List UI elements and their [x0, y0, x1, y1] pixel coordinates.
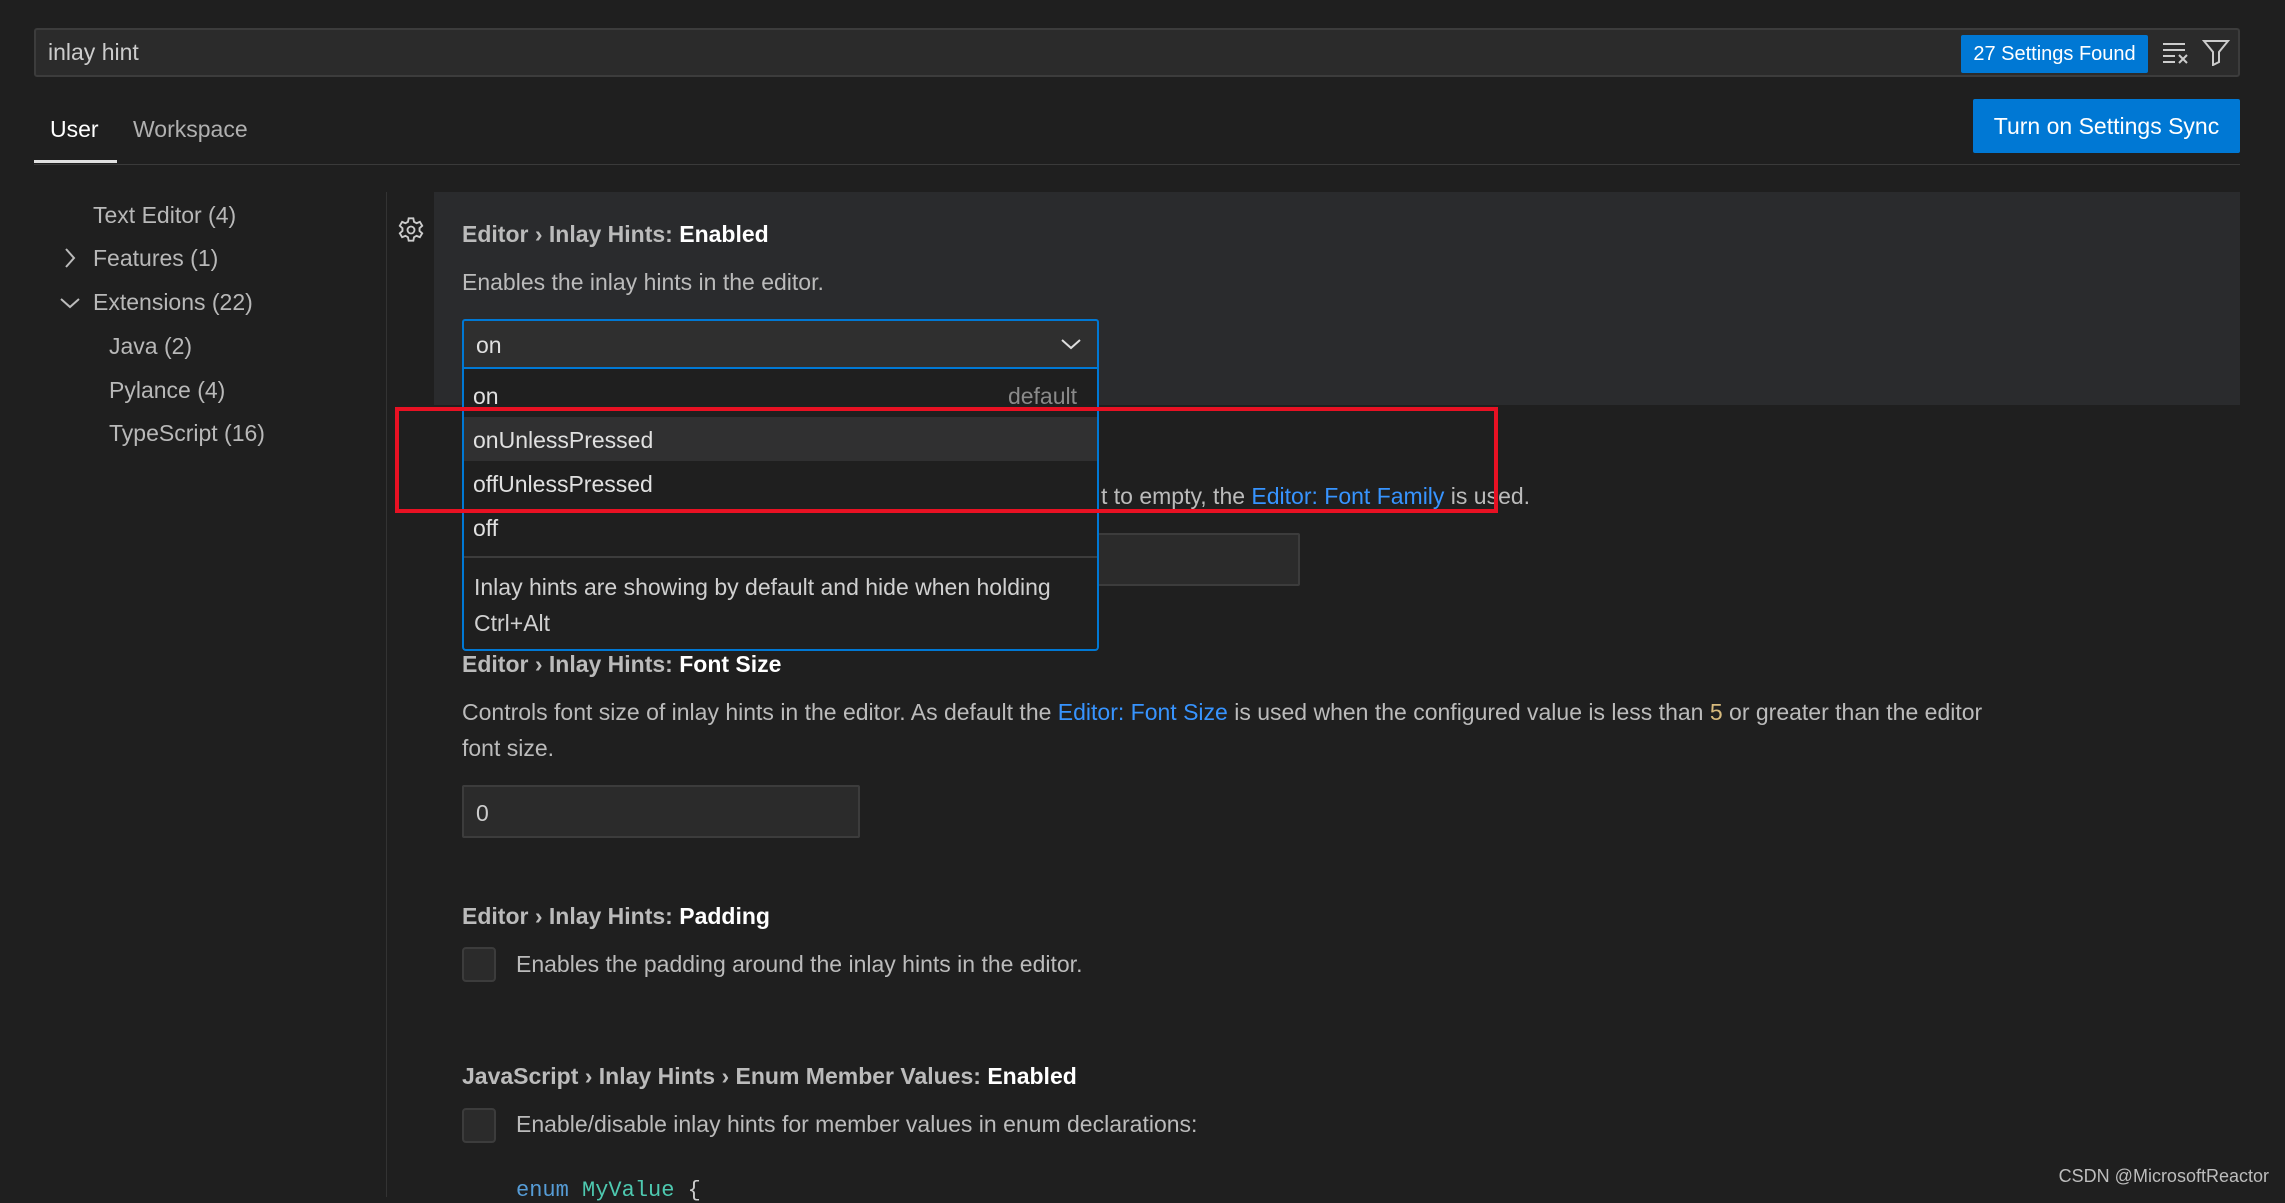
- padding-checkbox[interactable]: [462, 947, 496, 982]
- tree-item-text-editor[interactable]: Text Editor (4): [93, 202, 236, 229]
- settings-search[interactable]: [34, 28, 2240, 77]
- chevron-down-icon: [1061, 339, 1081, 350]
- setting-description: Enables the inlay hints in the editor.: [462, 269, 824, 295]
- setting-title-enum-member: JavaScript › Inlay Hints › Enum Member V…: [462, 1063, 1077, 1089]
- font-size-description-line2: font size.: [462, 735, 555, 761]
- gear-icon[interactable]: [397, 216, 425, 250]
- filter-icon[interactable]: [2201, 38, 2231, 72]
- setting-title-font-size: Editor › Inlay Hints: Font Size: [462, 651, 782, 677]
- dropdown-separator: [464, 556, 1097, 558]
- tree-item-java[interactable]: Java (2): [109, 333, 192, 360]
- divider: [34, 164, 2240, 165]
- results-count-badge: 27 Settings Found: [1961, 35, 2148, 73]
- font-size-link[interactable]: Editor: Font Size: [1058, 699, 1228, 725]
- inlay-hints-enabled-select[interactable]: on: [462, 319, 1099, 369]
- active-tab-indicator: [34, 160, 117, 163]
- chevron-down-icon[interactable]: [58, 294, 82, 317]
- setting-title-padding: Editor › Inlay Hints: Padding: [462, 903, 770, 929]
- tree-item-pylance[interactable]: Pylance (4): [109, 377, 225, 404]
- tree-item-typescript[interactable]: TypeScript (16): [109, 420, 265, 447]
- setting-title-enabled: Editor › Inlay Hints: Enabled: [462, 221, 769, 247]
- sidebar-separator: [386, 192, 387, 1197]
- tab-workspace[interactable]: Workspace: [133, 116, 248, 143]
- code-sample: enum MyValue {: [516, 1178, 701, 1203]
- tree-item-extensions[interactable]: Extensions (22): [93, 289, 253, 316]
- option-description: Inlay hints are showing by default and h…: [474, 574, 1051, 636]
- watermark: CSDN @MicrosoftReactor: [2058, 1166, 2269, 1186]
- padding-description: Enables the padding around the inlay hin…: [516, 951, 1083, 977]
- font-size-input[interactable]: 0: [462, 785, 860, 838]
- enum-member-checkbox[interactable]: [462, 1108, 496, 1143]
- chevron-right-icon[interactable]: [62, 246, 78, 276]
- search-input[interactable]: [48, 30, 1848, 75]
- annotation-highlight-box: [395, 407, 1498, 513]
- settings-sync-button[interactable]: Turn on Settings Sync: [1973, 99, 2240, 153]
- enum-member-description: Enable/disable inlay hints for member va…: [516, 1111, 1198, 1137]
- tree-item-features[interactable]: Features (1): [93, 245, 218, 272]
- tab-user[interactable]: User: [50, 116, 99, 143]
- font-size-description: Controls font size of inlay hints in the…: [462, 699, 1983, 725]
- clear-filter-icon[interactable]: [2161, 38, 2191, 72]
